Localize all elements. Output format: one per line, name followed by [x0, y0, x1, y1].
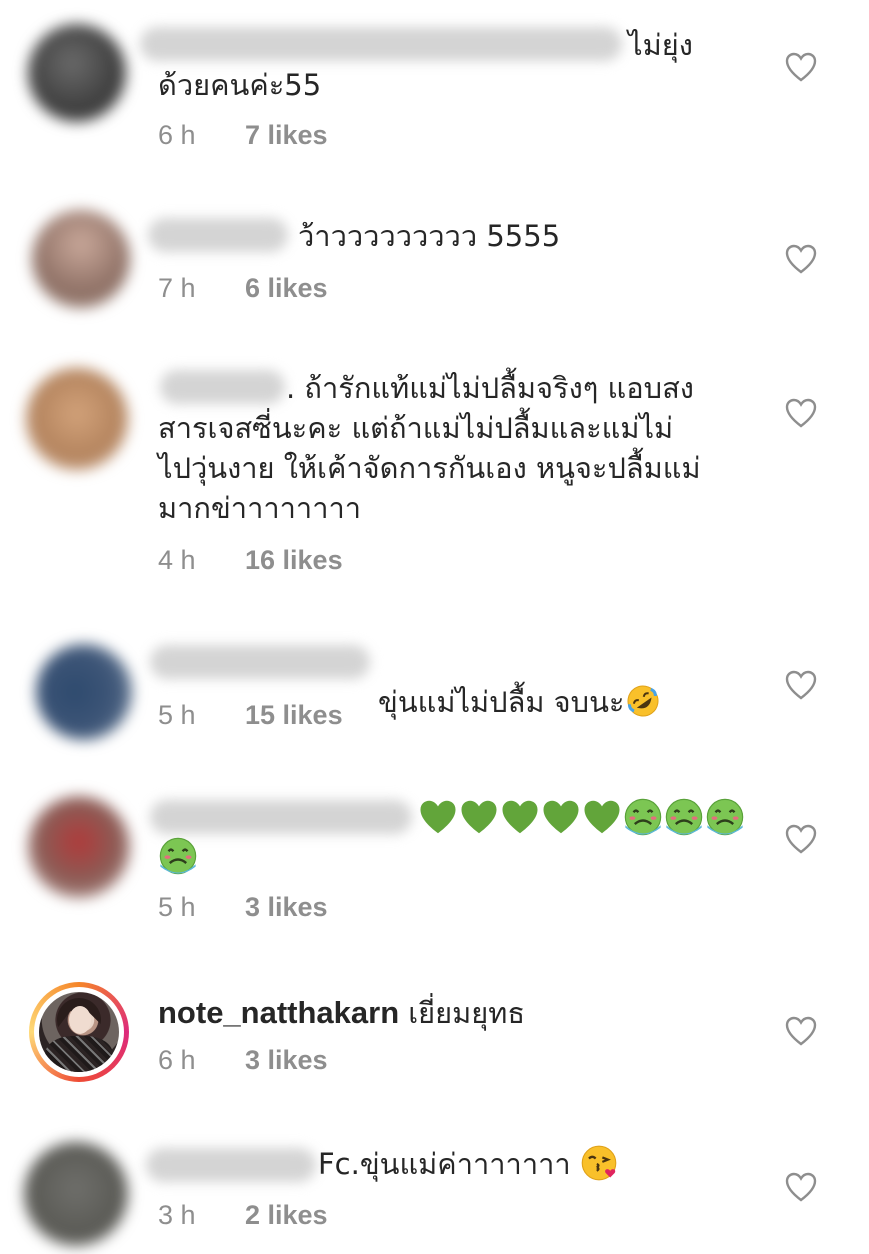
- green-heart-emoji: [420, 800, 456, 834]
- heart-outline-icon[interactable]: [785, 1016, 817, 1046]
- avatar[interactable]: [36, 644, 132, 740]
- avatar-body: [45, 1036, 113, 1072]
- heart-outline-icon[interactable]: [785, 244, 817, 274]
- comment-text-content: ขุ่นแม่ไม่ปลื้ม จบนะ: [378, 685, 625, 719]
- green-heart-emoji: [584, 800, 620, 834]
- likes-count[interactable]: 15 likes: [245, 700, 343, 730]
- likes-count[interactable]: 7 likes: [245, 120, 328, 150]
- comment-meta: 5 h 15 likes: [158, 700, 343, 731]
- nauseated-face-emoji: [706, 798, 744, 836]
- likes-count[interactable]: 2 likes: [245, 1200, 328, 1230]
- comment-item: 5 h 3 likes: [0, 780, 869, 960]
- comment-text: Fc.ขุ่นแม่ค่าาาาาาา: [318, 1144, 618, 1184]
- comment-meta: 7 h 6 likes: [158, 273, 328, 304]
- avatar-with-story-ring[interactable]: [29, 982, 129, 1082]
- comment-time: 3 h: [158, 1200, 196, 1230]
- comment-item: ไม่ยุ่ง ด้วยคนค่ะ55 6 h 7 likes: [0, 0, 869, 180]
- comment-meta: 5 h 3 likes: [158, 892, 328, 923]
- comment-meta: 6 h 3 likes: [158, 1045, 328, 1076]
- comment-line: note_natthakarn เยี่ยมยุทธ: [158, 990, 525, 1036]
- username-hidden[interactable]: [150, 800, 412, 834]
- face-blowing-kiss-emoji: [581, 1145, 617, 1181]
- comment-item: note_natthakarn เยี่ยมยุทธ 6 h 3 likes: [0, 960, 869, 1120]
- comment-text: ขุ่นแม่ไม่ปลื้ม จบนะ: [378, 642, 660, 722]
- comment-meta: 6 h 7 likes: [158, 120, 328, 151]
- comment-time: 7 h: [158, 273, 196, 303]
- comment-item: ขุ่นแม่ไม่ปลื้ม จบนะ 5 h 15 likes: [0, 630, 869, 780]
- avatar[interactable]: [28, 796, 130, 898]
- comment-time: 5 h: [158, 700, 196, 730]
- green-heart-emoji: [543, 800, 579, 834]
- heart-outline-icon[interactable]: [785, 670, 817, 700]
- comment-time: 5 h: [158, 892, 196, 922]
- avatar: [39, 992, 119, 1072]
- avatar[interactable]: [24, 1142, 128, 1246]
- heart-outline-icon[interactable]: [785, 824, 817, 854]
- heart-outline-icon[interactable]: [785, 52, 817, 82]
- likes-count[interactable]: 3 likes: [245, 892, 328, 922]
- comment-text: . ถ้ารักแท้แม่ไม่ปลื้มจริงๆ แอบสง สารเจส…: [158, 371, 701, 525]
- nauseated-face-emoji: [665, 798, 703, 836]
- heart-outline-icon[interactable]: [785, 1172, 817, 1202]
- nauseated-face-emoji: [624, 798, 662, 836]
- comment-item: ว้าววววววววว 5555 7 h 6 likes: [0, 180, 869, 340]
- comment-time: 4 h: [158, 545, 196, 575]
- heart-outline-icon[interactable]: [785, 398, 817, 428]
- nauseated-face-emoji: [159, 837, 197, 875]
- comment-time: 6 h: [158, 1045, 196, 1075]
- likes-count[interactable]: 6 likes: [245, 273, 328, 303]
- comment-meta: 3 h 2 likes: [158, 1200, 328, 1231]
- comment-text: ไม่ยุ่ง ด้วยคนค่ะ55: [158, 28, 693, 102]
- avatar[interactable]: [26, 368, 128, 470]
- username[interactable]: note_natthakarn: [158, 995, 399, 1030]
- green-heart-emoji: [502, 800, 538, 834]
- username-hidden[interactable]: [150, 645, 370, 679]
- comment-text: ว้าววววววววว 5555: [298, 219, 561, 253]
- username-hidden[interactable]: [148, 218, 288, 252]
- rolling-on-floor-laughing-emoji: [627, 685, 659, 717]
- emoji-sequence-line2: [158, 836, 198, 876]
- avatar-face: [69, 1006, 91, 1034]
- username-hidden[interactable]: [146, 1148, 316, 1182]
- green-heart-emoji: [461, 800, 497, 834]
- avatar[interactable]: [28, 24, 126, 122]
- comment-item: Fc.ขุ่นแม่ค่าาาาาาา 3 h 2 likes: [0, 1120, 869, 1254]
- avatar[interactable]: [32, 210, 130, 308]
- comment-item: . ถ้ารักแท้แม่ไม่ปลื้มจริงๆ แอบสง สารเจส…: [0, 340, 869, 630]
- comment-text-content: Fc.ขุ่นแม่ค่าาาาาาา: [318, 1147, 580, 1181]
- comment-meta: 4 h 16 likes: [158, 545, 343, 576]
- comment-time: 6 h: [158, 120, 196, 150]
- likes-count[interactable]: 16 likes: [245, 545, 343, 575]
- likes-count[interactable]: 3 likes: [245, 1045, 328, 1075]
- emoji-sequence: [418, 797, 758, 837]
- comment-text: เยี่ยมยุทธ: [408, 996, 526, 1030]
